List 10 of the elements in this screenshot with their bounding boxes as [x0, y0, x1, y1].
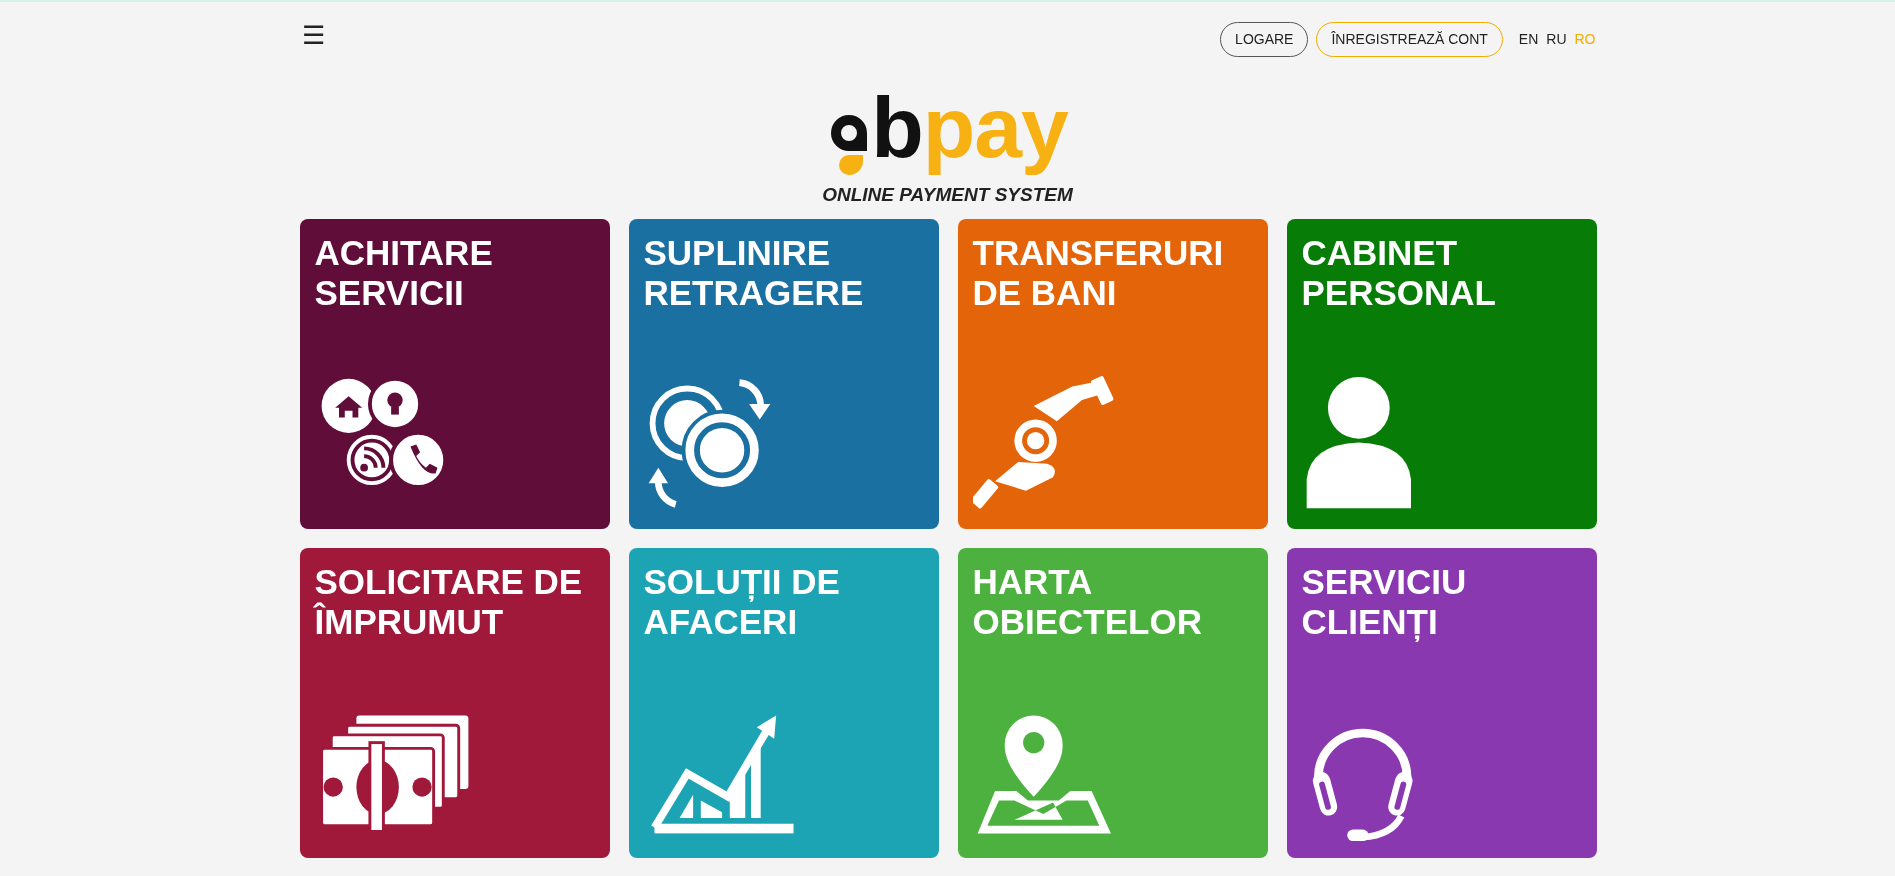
language-link[interactable]: EN — [1518, 29, 1539, 50]
tagline: ONLINE PAYMENT SYSTEM — [822, 182, 1073, 207]
service-tile[interactable]: ACHITARE SERVICII — [299, 219, 610, 530]
service-tile[interactable]: CABINET PERSONAL — [1286, 219, 1597, 530]
service-tile[interactable]: SUPLINIRE RETRAGERE — [628, 219, 939, 530]
menu-button[interactable]: ☰ — [299, 22, 327, 48]
logo-text: bpay — [871, 78, 1068, 177]
service-tile[interactable]: SERVICIU CLIENȚI — [1286, 548, 1597, 859]
language-link[interactable]: RU — [1546, 29, 1567, 50]
service-tile[interactable]: SOLICITARE DE ÎMPRUMUT — [299, 548, 610, 859]
